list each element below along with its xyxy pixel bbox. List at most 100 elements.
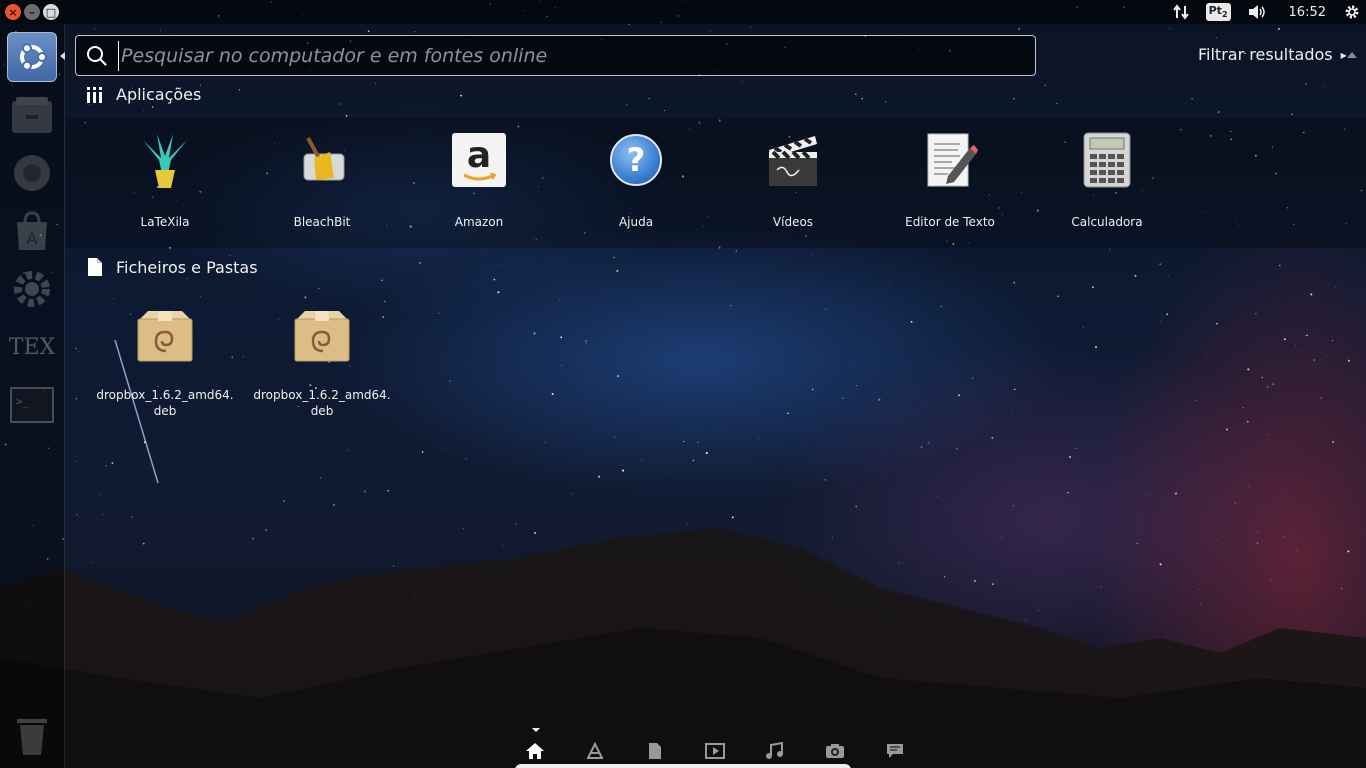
- category-header-applications[interactable]: Aplicações: [86, 85, 201, 104]
- star: [350, 609, 352, 611]
- launcher-item-latex[interactable]: TEX: [7, 322, 57, 372]
- star: [811, 388, 814, 391]
- star: [414, 31, 416, 33]
- star: [1012, 505, 1014, 507]
- power-gear-icon[interactable]: [1344, 4, 1360, 20]
- star: [825, 308, 827, 310]
- close-window-button[interactable]: ×: [5, 4, 21, 20]
- star: [318, 287, 320, 290]
- star: [143, 110, 144, 111]
- star: [73, 600, 75, 602]
- star: [363, 490, 367, 493]
- scroll-up-arrow-icon[interactable]: [1347, 52, 1357, 58]
- star: [1283, 536, 1286, 538]
- star: [1082, 326, 1084, 328]
- star: [898, 562, 900, 564]
- app-tile-videos[interactable]: Vídeos: [723, 130, 863, 230]
- star: [1299, 349, 1301, 351]
- dash-home-button[interactable]: [7, 32, 57, 82]
- launcher-item-terminal[interactable]: >_: [7, 380, 57, 430]
- app-label: Vídeos: [772, 215, 814, 229]
- star: [1159, 263, 1162, 266]
- clock[interactable]: 16:52: [1289, 5, 1326, 20]
- lens-photo-icon[interactable]: [825, 741, 845, 761]
- star: [1305, 83, 1307, 85]
- star: [1266, 386, 1269, 388]
- star: [413, 593, 416, 596]
- star: [1234, 502, 1236, 504]
- star: [92, 562, 94, 563]
- videos-icon: [763, 130, 823, 190]
- star: [551, 393, 554, 395]
- app-tile-bleachbit[interactable]: BleachBit: [252, 130, 392, 230]
- star: [801, 415, 803, 416]
- lens-music-icon[interactable]: [765, 741, 785, 761]
- lens-applications-icon[interactable]: [585, 741, 605, 761]
- star: [1013, 281, 1016, 284]
- launcher-item-trash[interactable]: [7, 710, 57, 760]
- network-icon[interactable]: [1172, 3, 1190, 21]
- star: [1272, 383, 1275, 385]
- category-title: Aplicações: [116, 85, 202, 104]
- star: [1160, 320, 1162, 323]
- star: [683, 440, 685, 443]
- star: [1044, 84, 1047, 87]
- lens-home-icon[interactable]: [525, 741, 545, 761]
- star: [1283, 338, 1286, 341]
- star: [1291, 113, 1293, 115]
- star: [1075, 447, 1077, 449]
- launcher-item-firefox[interactable]: [7, 148, 57, 198]
- lens-files-icon[interactable]: [645, 741, 665, 761]
- search-box[interactable]: [75, 35, 1036, 76]
- search-input[interactable]: [118, 40, 1035, 71]
- app-tile-calculadora[interactable]: Calculadora: [1037, 130, 1177, 230]
- lens-bar: [505, 732, 903, 768]
- star: [75, 347, 77, 350]
- star: [480, 615, 482, 618]
- minimize-window-button[interactable]: –: [24, 4, 40, 20]
- star: [1018, 28, 1020, 30]
- volume-icon[interactable]: [1247, 3, 1267, 21]
- settings-gear-icon: [14, 271, 50, 307]
- maximize-window-button[interactable]: □: [43, 4, 59, 20]
- star: [483, 566, 485, 568]
- star: [559, 299, 561, 300]
- star: [1010, 413, 1012, 415]
- star: [1320, 397, 1322, 399]
- star: [927, 441, 930, 444]
- star: [824, 479, 827, 481]
- star: [1225, 428, 1229, 431]
- app-tile-ajuda[interactable]: ? Ajuda: [566, 130, 706, 230]
- app-tile-latexila[interactable]: LaTeXila: [95, 130, 235, 230]
- star: [687, 523, 689, 525]
- star: [585, 340, 587, 343]
- star: [374, 82, 376, 84]
- star: [252, 537, 254, 540]
- star: [1100, 586, 1102, 588]
- star: [460, 94, 463, 97]
- star: [533, 332, 536, 335]
- star: [832, 537, 833, 538]
- star: [762, 589, 763, 591]
- lens-video-icon[interactable]: [705, 741, 725, 761]
- star: [1332, 441, 1335, 444]
- app-tile-amazon[interactable]: a Amazon: [409, 130, 549, 230]
- filter-results-button[interactable]: Filtrar resultados ▸: [1198, 45, 1347, 64]
- star: [1167, 275, 1169, 277]
- keyboard-layout-icon[interactable]: Pt2: [1205, 3, 1231, 21]
- file-tile-dropbox-1[interactable]: dropbox_1.6.2_amd64.deb: [95, 305, 235, 419]
- star: [910, 320, 913, 323]
- lens-social-icon[interactable]: [885, 741, 905, 761]
- launcher-item-files[interactable]: [7, 90, 57, 140]
- category-header-files[interactable]: Ficheiros e Pastas: [86, 257, 258, 277]
- star: [89, 104, 91, 105]
- tex-icon: TEX: [8, 334, 56, 360]
- star: [1347, 550, 1350, 553]
- star: [438, 312, 440, 314]
- star: [515, 523, 517, 525]
- launcher-item-system-settings[interactable]: [7, 264, 57, 314]
- file-tile-dropbox-2[interactable]: dropbox_1.6.2_amd64.deb: [252, 305, 392, 419]
- app-tile-editor-de-texto[interactable]: Editor de Texto: [880, 130, 1020, 230]
- star: [741, 81, 743, 83]
- launcher-item-software-center[interactable]: A: [7, 206, 57, 256]
